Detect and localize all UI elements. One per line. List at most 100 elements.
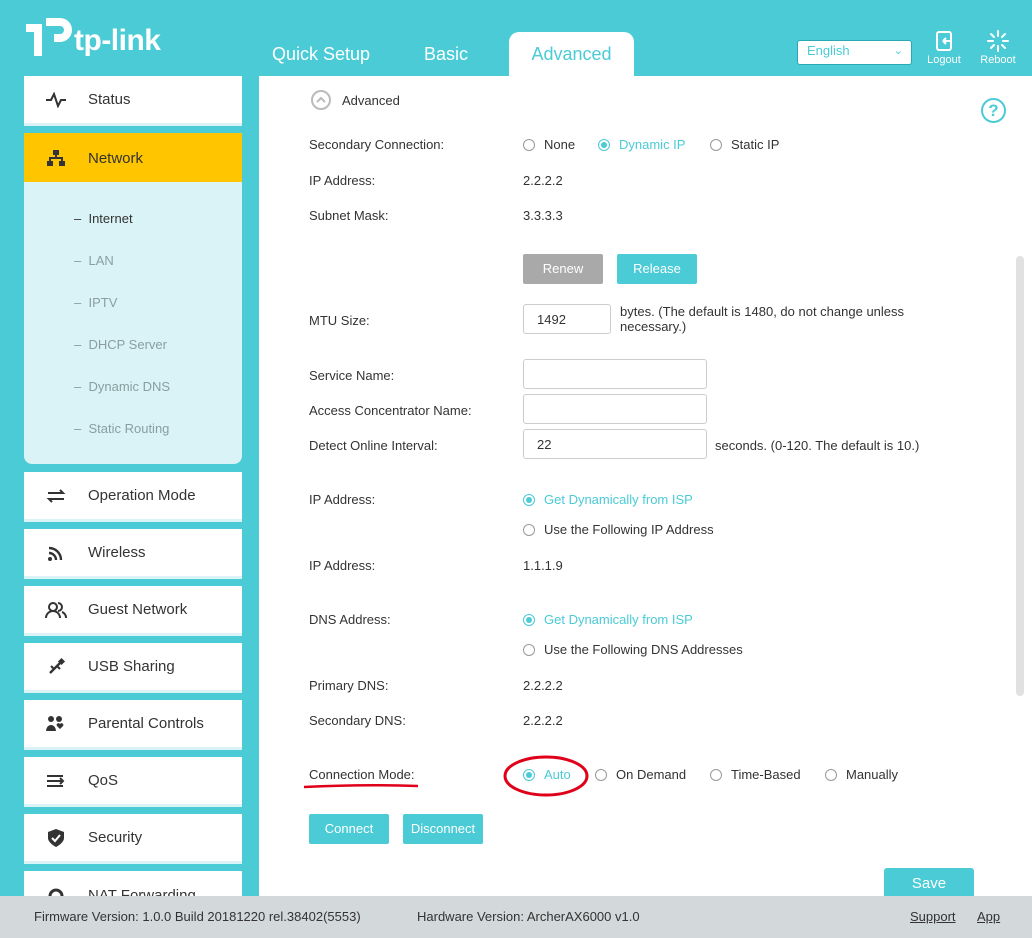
- access-concentrator-input[interactable]: [523, 394, 707, 424]
- secondary-connection-label: Secondary Connection:: [309, 137, 445, 152]
- ip-address2-value: 1.1.1.9: [523, 558, 563, 573]
- sidebar-item-label: Wireless: [88, 544, 146, 561]
- secondary-connection-none-radio[interactable]: None: [523, 137, 575, 152]
- dns-dynamic-radio[interactable]: Get Dynamically from ISP: [523, 612, 693, 627]
- tab-basic[interactable]: Basic: [398, 32, 494, 76]
- secondary-dns-value: 2.2.2.2: [523, 713, 563, 728]
- detect-interval-label: Detect Online Interval:: [309, 438, 438, 453]
- connect-button[interactable]: Connect: [309, 814, 389, 844]
- section-title: Advanced: [342, 92, 400, 108]
- submenu-item-dhcp-server[interactable]: – DHCP Server: [74, 337, 167, 352]
- users-icon: [24, 601, 88, 619]
- radio-circle: [710, 768, 722, 781]
- radio-circle: [595, 768, 607, 781]
- sidebar-item-wireless[interactable]: Wireless: [24, 529, 242, 579]
- submenu-item-lan[interactable]: – LAN: [74, 253, 114, 268]
- connection-mode-underline-annotation: [303, 783, 419, 789]
- brand-name: tp-link: [74, 24, 161, 57]
- ip-mode-static-radio[interactable]: Use the Following IP Address: [523, 522, 714, 537]
- mtu-size-label: MTU Size:: [309, 313, 370, 328]
- detect-interval-input[interactable]: 22: [523, 429, 707, 459]
- reboot-button[interactable]: Reboot: [976, 28, 1020, 66]
- submenu-item-dynamic-dns[interactable]: – Dynamic DNS: [74, 379, 170, 394]
- sidebar-item-operation-mode[interactable]: Operation Mode: [24, 472, 242, 522]
- primary-dns-label: Primary DNS:: [309, 678, 389, 693]
- sidebar-item-network[interactable]: Network: [24, 133, 242, 183]
- ip-address-value: 2.2.2.2: [523, 173, 563, 188]
- tab-quick-setup[interactable]: Quick Setup: [262, 32, 380, 76]
- sidebar-item-label: Guest Network: [88, 601, 188, 618]
- sidebar-item-security[interactable]: Security: [24, 814, 242, 864]
- radio-circle: [523, 643, 535, 656]
- sidebar-item-status[interactable]: Status: [24, 76, 242, 126]
- tab-advanced[interactable]: Advanced: [509, 32, 634, 76]
- language-select[interactable]: English ⌄: [797, 40, 912, 65]
- access-concentrator-label: Access Concentrator Name:: [309, 403, 472, 418]
- advanced-section-toggle[interactable]: Advanced: [311, 90, 400, 110]
- dns-static-radio[interactable]: Use the Following DNS Addresses: [523, 642, 743, 657]
- sidebar-item-label: USB Sharing: [88, 658, 175, 675]
- hardware-version: Hardware Version: ArcherAX6000 v1.0: [417, 909, 640, 924]
- submenu-item-static-routing[interactable]: – Static Routing: [74, 421, 169, 436]
- chevron-up-icon: [311, 90, 331, 110]
- submenu-item-iptv[interactable]: – IPTV: [74, 295, 117, 310]
- sidebar-item-parental-controls[interactable]: Parental Controls: [24, 700, 242, 750]
- mtu-size-input[interactable]: 1492: [523, 304, 611, 334]
- app-link[interactable]: App: [977, 909, 1000, 924]
- wifi-icon: [24, 544, 88, 562]
- radio-circle: [825, 768, 837, 781]
- sidebar-item-nat-forwarding[interactable]: NAT Forwarding: [24, 871, 242, 896]
- support-link[interactable]: Support: [910, 909, 956, 924]
- sidebar-item-label: Parental Controls: [88, 715, 204, 732]
- submenu-item-internet[interactable]: – Internet: [74, 211, 133, 226]
- sidebar-item-label: Operation Mode: [88, 487, 196, 504]
- service-name-input[interactable]: [523, 359, 707, 389]
- sidebar-item-label: Network: [88, 149, 144, 167]
- scrollbar[interactable]: [1016, 256, 1024, 696]
- disconnect-button[interactable]: Disconnect: [403, 814, 483, 844]
- connection-mode-time-based-radio[interactable]: Time-Based: [710, 767, 801, 782]
- pulse-icon: [24, 91, 88, 108]
- reboot-icon: [976, 28, 1020, 54]
- ip-mode-dynamic-radio[interactable]: Get Dynamically from ISP: [523, 492, 693, 507]
- help-icon[interactable]: ?: [981, 98, 1006, 123]
- reboot-label: Reboot: [980, 54, 1016, 66]
- connection-mode-manually-radio[interactable]: Manually: [825, 767, 898, 782]
- family-icon: [24, 715, 88, 733]
- release-button[interactable]: Release: [617, 254, 697, 284]
- dns-address-label: DNS Address:: [309, 612, 391, 627]
- service-name-label: Service Name:: [309, 368, 395, 383]
- subnet-mask-label: Subnet Mask:: [309, 208, 389, 223]
- radio-circle: [710, 138, 722, 151]
- secondary-connection-dynamic-ip-radio[interactable]: Dynamic IP: [598, 137, 685, 152]
- connection-mode-on-demand-radio[interactable]: On Demand: [595, 767, 686, 782]
- chevron-down-icon: ⌄: [893, 45, 903, 57]
- tp-link-logo: tp-link: [22, 14, 162, 62]
- main-panel: Advanced ? Secondary Connection: None Dy…: [259, 76, 1032, 896]
- firmware-version: Firmware Version: 1.0.0 Build 20181220 r…: [34, 909, 361, 924]
- renew-button[interactable]: Renew: [523, 254, 603, 284]
- sidebar-item-guest-network[interactable]: Guest Network: [24, 586, 242, 636]
- nat-icon: [24, 884, 88, 896]
- footer: Firmware Version: 1.0.0 Build 20181220 r…: [0, 896, 1032, 938]
- save-button[interactable]: Save: [884, 868, 974, 896]
- secondary-dns-label: Secondary DNS:: [309, 713, 406, 728]
- ip-address2-label: IP Address:: [309, 558, 376, 573]
- connection-mode-label: Connection Mode:: [309, 767, 415, 782]
- radio-circle: [523, 493, 535, 506]
- secondary-connection-static-ip-radio[interactable]: Static IP: [710, 137, 779, 152]
- sidebar-item-qos[interactable]: QoS: [24, 757, 242, 807]
- radio-circle: [523, 613, 535, 626]
- radio-circle: [523, 523, 535, 536]
- radio-circle: [598, 138, 610, 151]
- subnet-mask-value: 3.3.3.3: [523, 208, 563, 223]
- qos-icon: [24, 773, 88, 789]
- usb-icon: [24, 657, 88, 677]
- ip-mode-label: IP Address:: [309, 492, 376, 507]
- logout-button[interactable]: Logout: [922, 28, 966, 66]
- ip-address-label: IP Address:: [309, 173, 376, 188]
- sidebar-item-usb-sharing[interactable]: USB Sharing: [24, 643, 242, 693]
- network-icon: [24, 149, 88, 167]
- detect-interval-note: seconds. (0-120. The default is 10.): [715, 438, 920, 453]
- sidebar-item-label: Security: [88, 829, 143, 846]
